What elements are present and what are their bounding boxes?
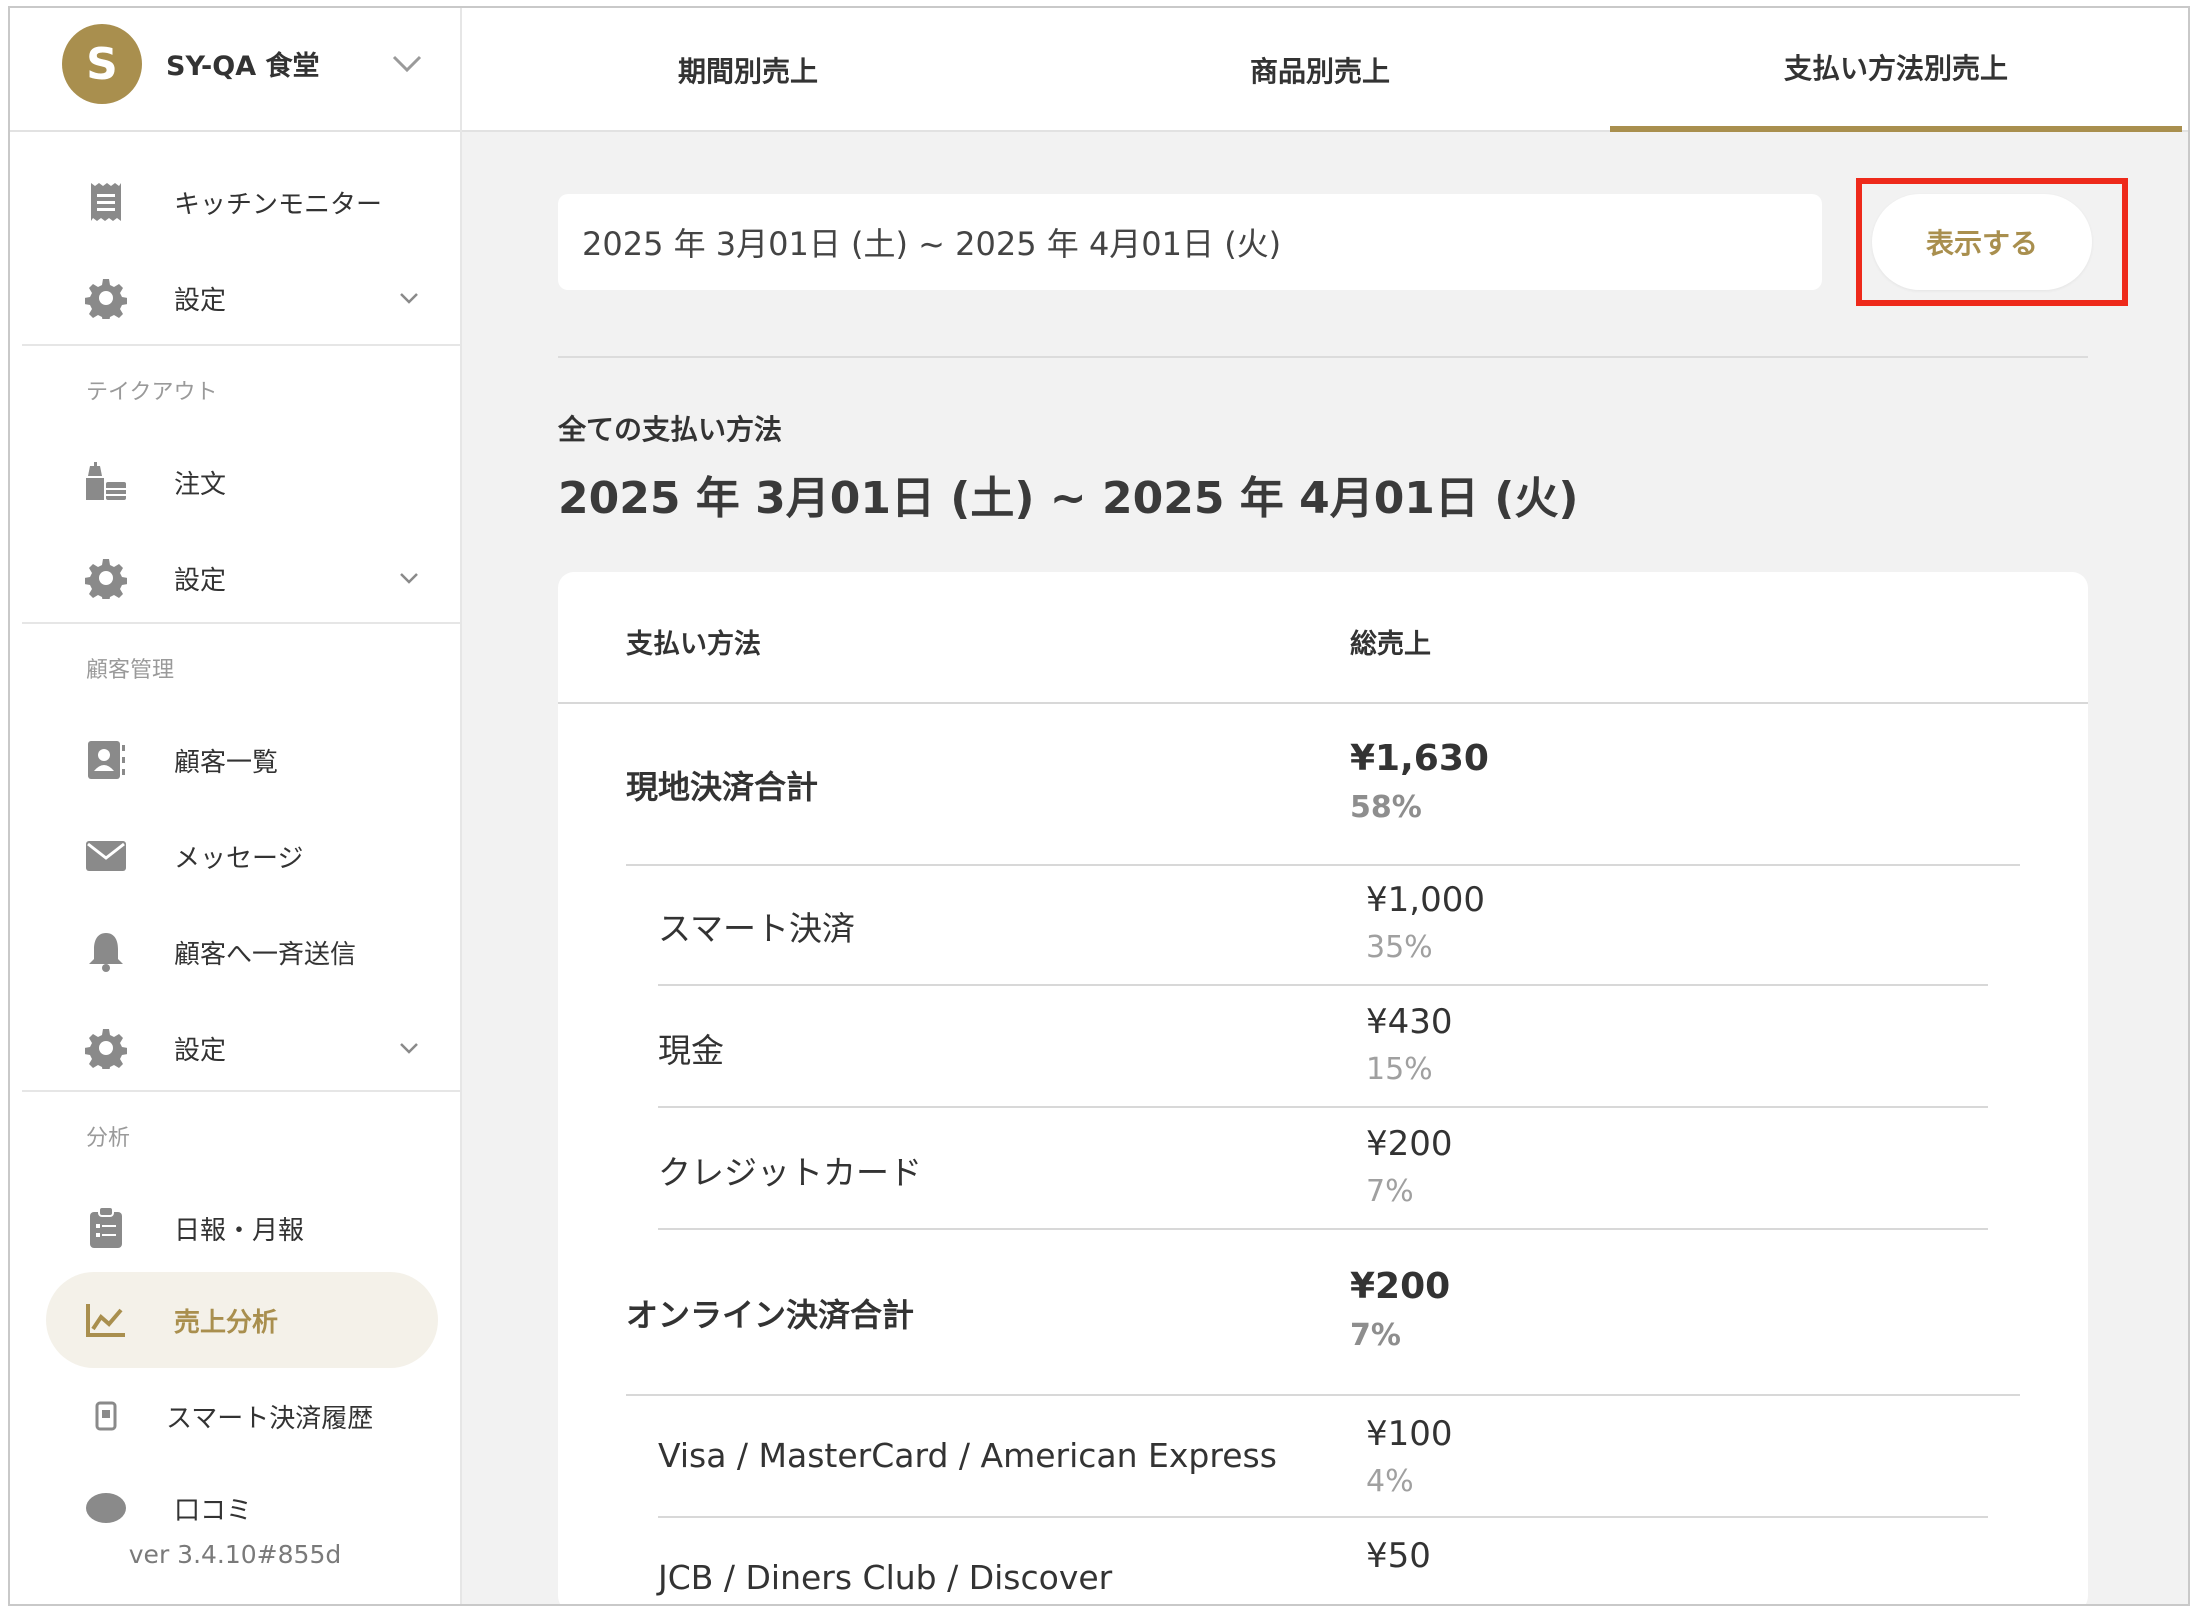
row-divider — [658, 1228, 1988, 1230]
chevron-down-icon — [400, 573, 418, 584]
date-range-input[interactable] — [558, 194, 1822, 290]
gear-icon — [82, 554, 130, 602]
method-percent: 7% — [1366, 1174, 1414, 1209]
store-name: SY-QA 食堂 — [166, 51, 320, 82]
method-amount: ¥200 — [1366, 1124, 1453, 1164]
group-percent: 7% — [1350, 1318, 1401, 1353]
sidebar-item-label: スマート決済履歴 — [166, 1403, 374, 1434]
row-divider — [658, 1516, 1988, 1518]
app-version: ver 3.4.10#855d — [128, 1540, 342, 1569]
line-chart-icon — [82, 1296, 130, 1344]
row-divider — [626, 864, 2020, 866]
main-content: 期間別売上 商品別売上 支払い方法別売上 表示する 全ての支払い方法 2025 … — [462, 8, 2188, 1604]
section-title-takeout: テイクアウト — [86, 380, 218, 405]
takeout-icon — [82, 458, 130, 506]
chevron-down-icon[interactable] — [390, 48, 424, 78]
group-percent: 58% — [1350, 790, 1422, 825]
sidebar-item-sales-analysis[interactable]: 売上分析 — [10, 1280, 460, 1360]
method-percent: 35% — [1366, 930, 1433, 965]
sidebar-item-takeout-settings[interactable]: 設定 — [10, 538, 460, 618]
bell-icon — [82, 928, 130, 976]
column-header-method: 支払い方法 — [626, 629, 761, 660]
sidebar-item-label: 顧客一覧 — [174, 747, 279, 778]
method-percent: 15% — [1366, 1052, 1433, 1087]
sidebar-item-label: メッセージ — [174, 843, 304, 874]
sidebar-divider — [22, 344, 460, 346]
summary-date-range: 2025 年 3月01日 (土) ~ 2025 年 4月01日 (火) — [558, 473, 1579, 524]
sidebar-item-label: 顧客へ一斉送信 — [174, 939, 357, 970]
payment-table-card: 支払い方法 総売上 現地決済合計 ¥1,630 58% スマート決済 ¥1,00… — [558, 572, 2088, 1604]
sidebar-item-reviews[interactable]: 口コミ — [10, 1468, 460, 1548]
method-name: JCB / Diners Club / Discover — [658, 1558, 1113, 1597]
sidebar-item-label: 口コミ — [174, 1495, 253, 1526]
tab-period-sales[interactable]: 期間別売上 — [462, 8, 1034, 132]
gear-icon — [82, 1024, 130, 1072]
chat-icon — [82, 1484, 130, 1532]
method-name: スマート決済 — [658, 909, 856, 948]
phone-icon — [82, 1392, 130, 1440]
sidebar-item-reports[interactable]: 日報・月報 — [10, 1188, 460, 1268]
sidebar-divider — [22, 622, 460, 624]
tab-product-sales[interactable]: 商品別売上 — [1034, 8, 1606, 132]
group-amount: ¥200 — [1350, 1266, 1451, 1307]
sidebar-item-customer-settings[interactable]: 設定 — [10, 1008, 460, 1088]
method-name: Visa / MasterCard / American Express — [658, 1436, 1277, 1475]
chevron-down-icon — [400, 1043, 418, 1054]
receipt-icon — [82, 178, 130, 226]
sidebar-item-label: 設定 — [174, 285, 227, 316]
tab-bar: 期間別売上 商品別売上 支払い方法別売上 — [462, 8, 2188, 132]
sidebar-item-smart-payment-history[interactable]: スマート決済履歴 — [10, 1376, 460, 1456]
method-percent: 4% — [1366, 1464, 1414, 1499]
section-title-analytics: 分析 — [86, 1126, 131, 1151]
method-name: 現金 — [658, 1031, 724, 1070]
sidebar-item-orders[interactable]: 注文 — [10, 442, 460, 522]
chevron-down-icon — [400, 293, 418, 304]
sidebar-item-label: 設定 — [174, 565, 227, 596]
mail-icon — [82, 832, 130, 880]
row-divider — [658, 984, 1988, 986]
group-name: オンライン決済合計 — [626, 1296, 915, 1334]
sidebar-item-label: キッチンモニター — [174, 189, 383, 220]
group-name: 現地決済合計 — [626, 768, 819, 806]
sidebar-item-messages[interactable]: メッセージ — [10, 816, 460, 896]
summary-label: 全ての支払い方法 — [558, 413, 783, 446]
store-avatar: S — [62, 24, 142, 104]
sidebar-item-label: 設定 — [174, 1035, 227, 1066]
header-divider — [558, 702, 2088, 704]
store-switcher[interactable]: S SY-QA 食堂 — [10, 8, 460, 132]
column-header-total: 総売上 — [1350, 629, 1431, 660]
clipboard-icon — [82, 1204, 130, 1252]
sidebar-item-broadcast[interactable]: 顧客へ一斉送信 — [10, 912, 460, 992]
method-name: クレジットカード — [658, 1153, 922, 1192]
tab-payment-method-sales[interactable]: 支払い方法別売上 — [1610, 8, 2182, 132]
method-amount: ¥430 — [1366, 1002, 1453, 1042]
show-button[interactable]: 表示する — [1872, 194, 2092, 290]
sidebar-item-settings[interactable]: 設定 — [10, 258, 460, 338]
sidebar-item-customer-list[interactable]: 顧客一覧 — [10, 720, 460, 800]
section-title-customers: 顧客管理 — [86, 658, 175, 683]
sidebar-item-label: 日報・月報 — [174, 1215, 305, 1246]
contacts-icon — [82, 736, 130, 784]
sidebar-divider — [22, 1090, 460, 1092]
method-amount: ¥50 — [1366, 1536, 1431, 1576]
row-divider — [658, 1106, 1988, 1108]
sidebar: S SY-QA 食堂 キッチンモニター 設定 テイクアウト 注文 設定 顧客管理… — [10, 8, 462, 1604]
sidebar-item-label: 注文 — [174, 469, 227, 500]
section-divider — [558, 356, 2088, 358]
row-divider — [626, 1394, 2020, 1396]
method-amount: ¥100 — [1366, 1414, 1453, 1454]
app-window: S SY-QA 食堂 キッチンモニター 設定 テイクアウト 注文 設定 顧客管理… — [8, 6, 2190, 1606]
sidebar-item-kitchen-monitor[interactable]: キッチンモニター — [10, 162, 460, 242]
gear-icon — [82, 274, 130, 322]
sidebar-item-label: 売上分析 — [174, 1307, 279, 1338]
method-amount: ¥1,000 — [1366, 880, 1485, 920]
group-amount: ¥1,630 — [1350, 738, 1489, 779]
